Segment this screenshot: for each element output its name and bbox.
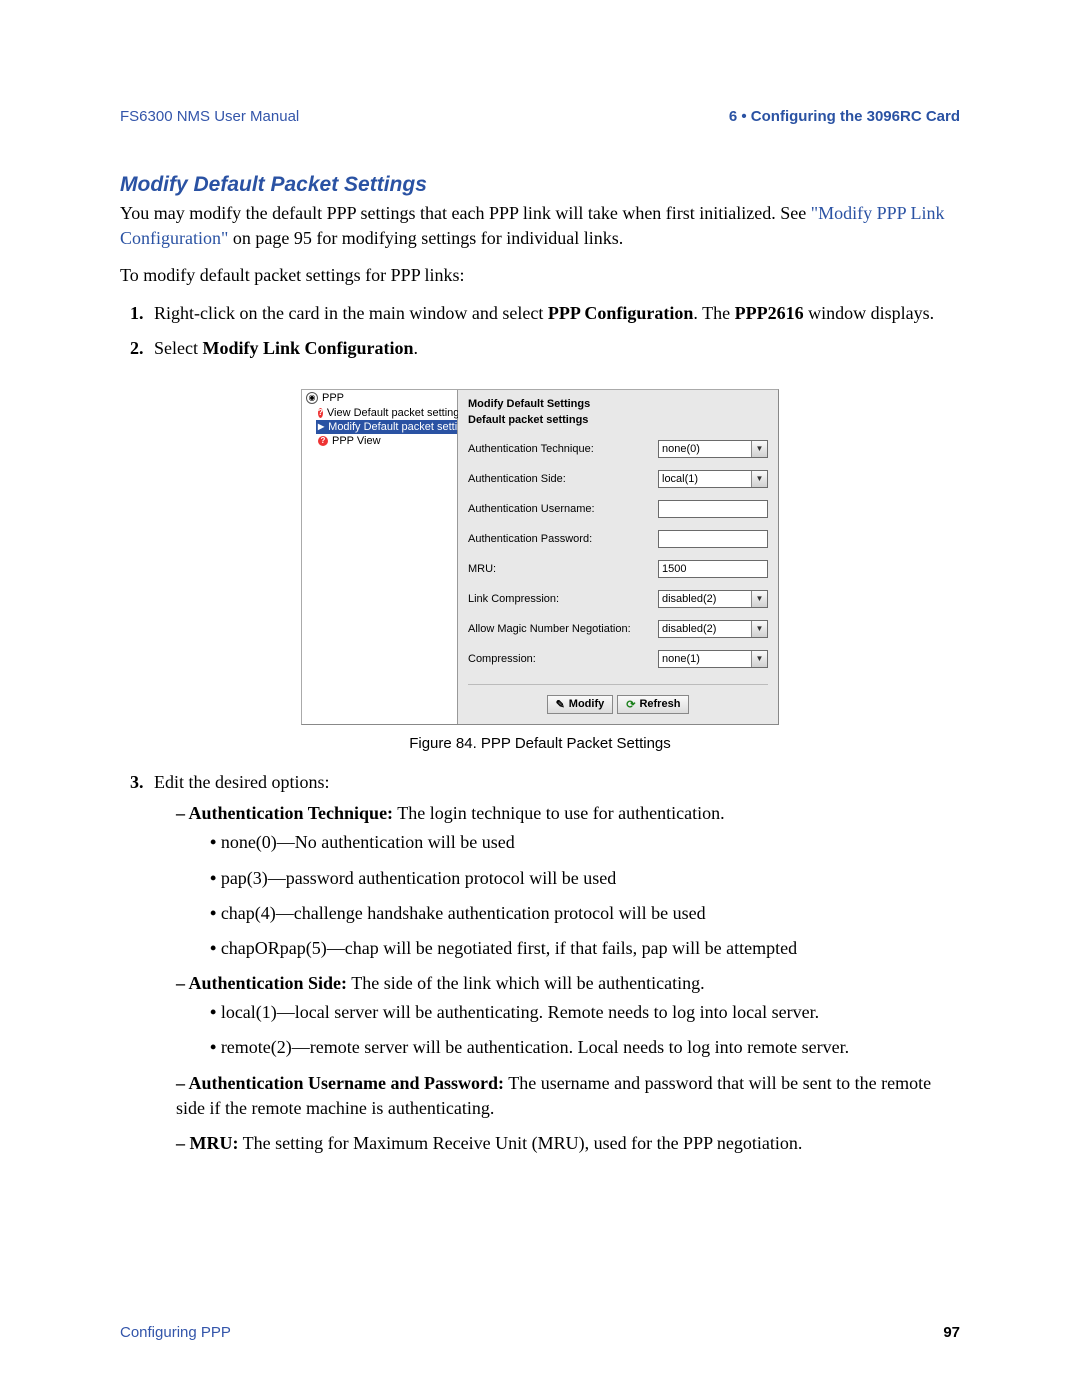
steps-list-continued: Edit the desired options: Authentication… <box>120 770 960 1156</box>
footer-section-title: Configuring PPP <box>120 1324 231 1341</box>
refresh-button-label: Refresh <box>639 698 680 710</box>
field-select[interactable]: disabled(2) ▼ <box>658 620 768 638</box>
step-2: Select Modify Link Configuration. <box>148 336 960 361</box>
field-input[interactable] <box>658 500 768 518</box>
field-row-1: Authentication Side: local(1) ▼ <box>468 470 768 488</box>
field-value: local(1) <box>662 473 698 485</box>
footer-page-number: 97 <box>943 1324 960 1341</box>
auth-side-values: local(1)—local server will be authentica… <box>176 1000 960 1060</box>
intro-text-2: on page 95 for modifying settings for in… <box>228 228 623 248</box>
tree-item-label: PPP View <box>332 435 381 447</box>
field-label: Link Compression: <box>468 593 559 605</box>
target-icon: ◉ <box>306 392 318 404</box>
list-item: pap(3)—password authentication protocol … <box>204 866 960 891</box>
chevron-down-icon[interactable]: ▼ <box>751 471 767 487</box>
modify-button[interactable]: ✎ Modify <box>547 695 614 714</box>
field-select[interactable]: none(0) ▼ <box>658 440 768 458</box>
field-input[interactable] <box>658 560 768 578</box>
list-item: none(0)—No authentication will be used <box>204 830 960 855</box>
field-select[interactable]: local(1) ▼ <box>658 470 768 488</box>
opt-authentication-technique: Authentication Technique: The login tech… <box>170 801 960 961</box>
tree-item-label: View Default packet settings <box>327 407 465 419</box>
list-item: remote(2)—remote server will be authenti… <box>204 1035 960 1060</box>
help-icon: ? <box>318 436 328 446</box>
step-3: Edit the desired options: Authentication… <box>148 770 960 1156</box>
list-item: local(1)—local server will be authentica… <box>204 1000 960 1025</box>
tree-item-label: Modify Default packet settings <box>328 421 475 433</box>
section-heading: Modify Default Packet Settings <box>120 173 960 197</box>
options-list: Authentication Technique: The login tech… <box>154 801 960 1156</box>
intro-text-1: You may modify the default PPP settings … <box>120 203 811 223</box>
intro-lead-in: To modify default packet settings for PP… <box>120 263 960 288</box>
field-select[interactable]: none(1) ▼ <box>658 650 768 668</box>
tree-root-label: PPP <box>322 392 344 404</box>
tree-item-2[interactable]: ? PPP View <box>316 434 457 448</box>
header-chapter-title: 6 • Configuring the 3096RC Card <box>729 108 960 125</box>
refresh-button[interactable]: ⟳ Refresh <box>617 695 689 714</box>
chevron-down-icon[interactable]: ▼ <box>751 591 767 607</box>
header-manual-title: FS6300 NMS User Manual <box>120 108 299 125</box>
field-label: Compression: <box>468 653 536 665</box>
field-value: disabled(2) <box>662 623 716 635</box>
steps-list: Right-click on the card in the main wind… <box>120 301 960 361</box>
field-label: Authentication Technique: <box>468 443 594 455</box>
step-1: Right-click on the card in the main wind… <box>148 301 960 326</box>
chevron-down-icon[interactable]: ▼ <box>751 621 767 637</box>
auth-tech-values: none(0)—No authentication will be used pa… <box>176 830 960 961</box>
chevron-down-icon[interactable]: ▼ <box>751 651 767 667</box>
field-label: Authentication Username: <box>468 503 595 515</box>
tree-item-1[interactable]: ▶Modify Default packet settings <box>316 420 457 434</box>
field-input[interactable] <box>658 530 768 548</box>
tree-pane: ◉ PPP ?View Default packet settings▶Modi… <box>302 390 458 724</box>
step-3-intro: Edit the desired options: <box>154 772 329 792</box>
list-item: chapORpap(5)—chap will be negotiated fir… <box>204 936 960 961</box>
field-value: none(1) <box>662 653 700 665</box>
opt-mru: MRU: The setting for Maximum Receive Uni… <box>170 1131 960 1156</box>
field-select[interactable]: disabled(2) ▼ <box>658 590 768 608</box>
help-icon: ? <box>318 408 323 418</box>
opt-authentication-side: Authentication Side: The side of the lin… <box>170 971 960 1061</box>
form-title: Modify Default Settings <box>468 398 768 410</box>
field-label: Authentication Password: <box>468 533 592 545</box>
field-label: Authentication Side: <box>468 473 566 485</box>
field-row-2: Authentication Username: <box>468 500 768 518</box>
field-row-7: Compression: none(1) ▼ <box>468 650 768 668</box>
button-row: ✎ Modify ⟳ Refresh <box>468 684 768 714</box>
modify-button-label: Modify <box>569 698 604 710</box>
field-row-3: Authentication Password: <box>468 530 768 548</box>
page: FS6300 NMS User Manual 6 • Configuring t… <box>0 0 1080 1397</box>
field-value: disabled(2) <box>662 593 716 605</box>
arrow-icon: ▶ <box>318 422 324 432</box>
list-item: chap(4)—challenge handshake authenticati… <box>204 901 960 926</box>
figure-caption: Figure 84. PPP Default Packet Settings <box>120 735 960 752</box>
field-row-0: Authentication Technique: none(0) ▼ <box>468 440 768 458</box>
ppp-dialog: ◉ PPP ?View Default packet settings▶Modi… <box>301 389 779 725</box>
field-label: Allow Magic Number Negotiation: <box>468 623 631 635</box>
field-value: none(0) <box>662 443 700 455</box>
page-footer: Configuring PPP 97 <box>120 1324 960 1341</box>
form-pane: Modify Default Settings Default packet s… <box>458 390 778 724</box>
opt-authentication-userpass: Authentication Username and Password: Th… <box>170 1071 960 1121</box>
page-header: FS6300 NMS User Manual 6 • Configuring t… <box>120 108 960 125</box>
intro-paragraph: You may modify the default PPP settings … <box>120 201 960 251</box>
form-fields: Authentication Technique:none(0)▼Authent… <box>468 440 768 668</box>
tree-root[interactable]: ◉ PPP <box>302 390 457 406</box>
form-subtitle: Default packet settings <box>468 414 768 426</box>
field-label: MRU: <box>468 563 496 575</box>
tree-item-0[interactable]: ?View Default packet settings <box>316 406 457 420</box>
pencil-icon: ✎ <box>556 698 565 711</box>
field-row-5: Link Compression: disabled(2) ▼ <box>468 590 768 608</box>
tree-items: ?View Default packet settings▶Modify Def… <box>302 406 457 448</box>
chevron-down-icon[interactable]: ▼ <box>751 441 767 457</box>
field-row-6: Allow Magic Number Negotiation: disabled(… <box>468 620 768 638</box>
refresh-icon: ⟳ <box>626 698 635 711</box>
field-row-4: MRU: <box>468 560 768 578</box>
